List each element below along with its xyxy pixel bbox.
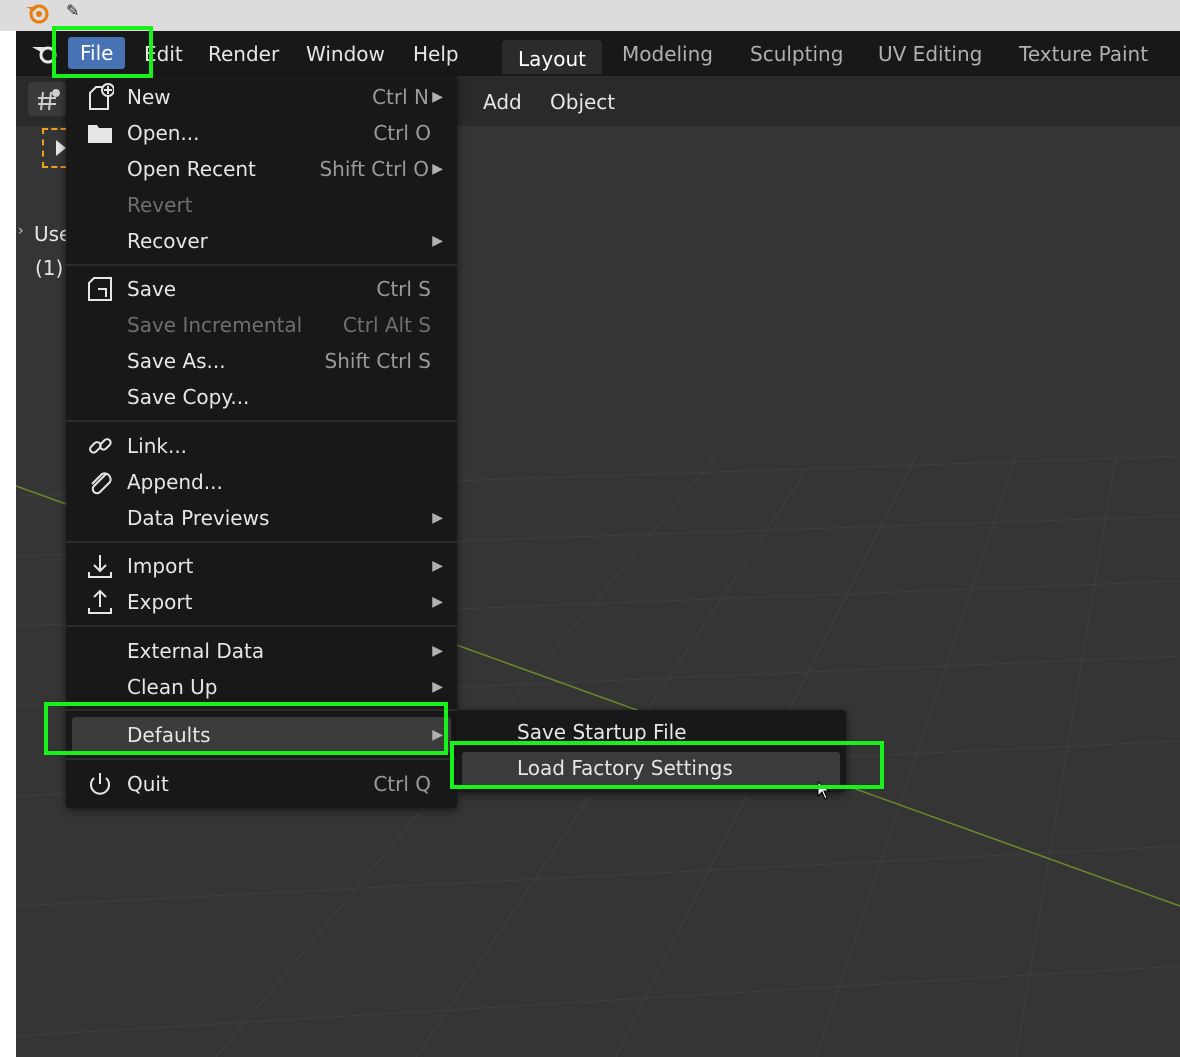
editor-type-icon bbox=[38, 89, 60, 111]
append-icon bbox=[91, 472, 112, 495]
menu-item-quit[interactable]: Quit Ctrl Q bbox=[66, 766, 457, 802]
menu-render[interactable]: Render bbox=[208, 42, 279, 66]
submenu-arrow-icon: ▶ bbox=[432, 679, 443, 695]
menu-item-link[interactable]: Link... bbox=[66, 428, 457, 464]
os-title-strip: ✎ bbox=[0, 0, 1180, 31]
new-file-icon bbox=[89, 83, 114, 110]
tab-texture-paint[interactable]: Texture Paint bbox=[1019, 42, 1148, 76]
menu-item-label: Open Recent bbox=[127, 157, 256, 181]
menu-item-open-recent[interactable]: Open Recent Shift Ctrl O ▶ bbox=[66, 151, 457, 187]
menu-item-label: Data Previews bbox=[127, 506, 270, 530]
export-icon bbox=[88, 589, 112, 614]
blender-logo-icon bbox=[26, 4, 49, 24]
menu-item-data-previews[interactable]: Data Previews ▶ bbox=[66, 500, 457, 536]
menu-item-clean-up[interactable]: Clean Up ▶ bbox=[66, 669, 457, 705]
tab-modeling[interactable]: Modeling bbox=[622, 42, 713, 76]
shortcut-label: Ctrl N bbox=[372, 85, 429, 109]
menu-item-label: Save Incremental bbox=[127, 313, 303, 337]
import-icon bbox=[88, 555, 112, 578]
shortcut-label: Shift Ctrl O bbox=[319, 157, 429, 181]
shortcut-label: Ctrl Q bbox=[373, 772, 431, 796]
menu-item-label: Quit bbox=[127, 772, 169, 796]
menu-separator bbox=[66, 625, 457, 627]
submenu-arrow-icon: ▶ bbox=[432, 558, 443, 574]
shortcut-label: Ctrl Alt S bbox=[342, 313, 431, 337]
menu-item-save[interactable]: Save Ctrl S bbox=[66, 271, 457, 307]
menu-help[interactable]: Help bbox=[413, 42, 459, 66]
object-menu[interactable]: Object bbox=[550, 90, 615, 114]
menu-separator bbox=[66, 420, 457, 422]
menu-item-revert[interactable]: Revert bbox=[66, 187, 457, 223]
submenu-arrow-icon: ▶ bbox=[432, 643, 443, 659]
file-menu: New Ctrl N ▶ Open... Ctrl O Open Recent … bbox=[66, 75, 457, 808]
menu-item-append[interactable]: Append... bbox=[66, 464, 457, 500]
submenu-arrow-icon: ▶ bbox=[432, 89, 443, 105]
menu-item-export[interactable]: Export ▶ bbox=[66, 584, 457, 620]
menu-item-external-data[interactable]: External Data ▶ bbox=[66, 633, 457, 669]
menu-item-label: Save As... bbox=[127, 349, 226, 373]
link-icon bbox=[89, 438, 112, 454]
menu-item-new[interactable]: New Ctrl N ▶ bbox=[66, 79, 457, 115]
menu-item-save-incremental[interactable]: Save Incremental Ctrl Alt S bbox=[66, 307, 457, 343]
highlight-box-file bbox=[52, 26, 153, 78]
menu-item-label: Revert bbox=[127, 193, 193, 217]
highlight-box-defaults bbox=[44, 702, 448, 755]
expand-chevron-icon[interactable]: › bbox=[18, 223, 24, 239]
tab-uv-editing[interactable]: UV Editing bbox=[878, 42, 982, 76]
menu-item-label: Import bbox=[127, 554, 194, 578]
submenu-arrow-icon: ▶ bbox=[432, 233, 443, 249]
menu-item-save-copy[interactable]: Save Copy... bbox=[66, 379, 457, 415]
submenu-arrow-icon: ▶ bbox=[432, 161, 443, 177]
pin-icon[interactable]: ✎ bbox=[66, 1, 79, 20]
menu-item-save-as[interactable]: Save As... Shift Ctrl S bbox=[66, 343, 457, 379]
shortcut-label: Ctrl O bbox=[373, 121, 431, 145]
save-icon bbox=[88, 277, 112, 301]
add-menu[interactable]: Add bbox=[483, 90, 522, 114]
menu-item-open[interactable]: Open... Ctrl O bbox=[66, 115, 457, 151]
menu-item-recover[interactable]: Recover ▶ bbox=[66, 223, 457, 259]
highlight-box-load-factory-settings bbox=[450, 741, 884, 789]
menu-item-label: New bbox=[127, 85, 171, 109]
folder-icon bbox=[88, 125, 112, 143]
menu-item-label: Clean Up bbox=[127, 675, 218, 699]
shortcut-label: Ctrl S bbox=[376, 277, 431, 301]
collection-label: (1) bbox=[35, 256, 64, 280]
menu-item-label: Open... bbox=[127, 121, 200, 145]
menu-window[interactable]: Window bbox=[306, 42, 385, 66]
editor-type-button[interactable] bbox=[28, 82, 66, 116]
menu-item-label: Save Copy... bbox=[127, 385, 250, 409]
menu-separator bbox=[66, 541, 457, 543]
menu-separator bbox=[66, 264, 457, 266]
submenu-arrow-icon: ▶ bbox=[432, 594, 443, 610]
shortcut-label: Shift Ctrl S bbox=[324, 349, 431, 373]
tab-layout[interactable]: Layout bbox=[502, 40, 602, 74]
top-bar: File Edit Render Window Help Layout Mode… bbox=[16, 31, 1180, 76]
menu-separator bbox=[66, 758, 457, 760]
submenu-arrow-icon: ▶ bbox=[432, 510, 443, 526]
menu-item-import[interactable]: Import ▶ bbox=[66, 548, 457, 584]
menu-item-label: Append... bbox=[127, 470, 223, 494]
menu-item-label: Link... bbox=[127, 434, 188, 458]
power-icon bbox=[90, 773, 110, 795]
menu-item-label: External Data bbox=[127, 639, 265, 663]
menu-item-label: Export bbox=[127, 590, 193, 614]
menu-item-label: Recover bbox=[127, 229, 208, 253]
menu-item-label: Save bbox=[127, 277, 177, 301]
tab-sculpting[interactable]: Sculpting bbox=[750, 42, 843, 76]
